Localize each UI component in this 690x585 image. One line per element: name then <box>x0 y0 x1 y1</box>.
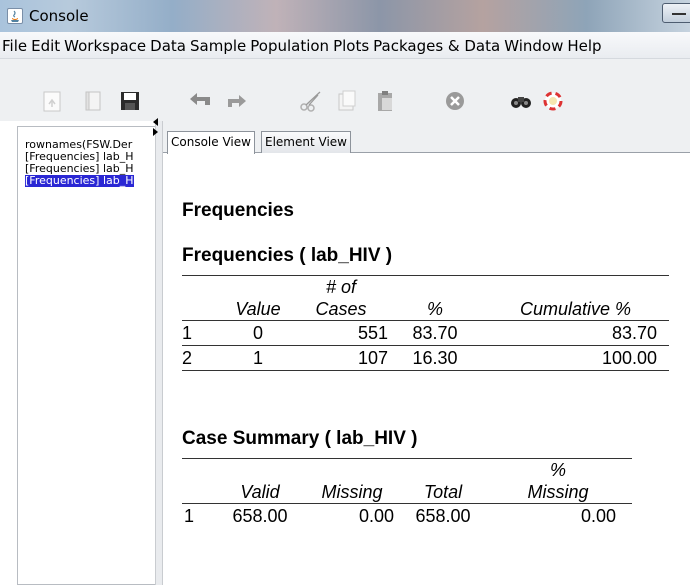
menu-edit[interactable]: Edit <box>29 37 62 55</box>
history-item[interactable]: [Frequencies] lab_H <box>18 163 155 175</box>
cell-cases: 551 <box>357 323 388 343</box>
case-summary-table: % Valid Missing Total Missing 1 658.00 0… <box>182 458 632 528</box>
help-icon[interactable] <box>538 87 568 115</box>
history-item[interactable]: [Frequencies] lab_H <box>18 151 155 163</box>
title-bar[interactable]: Console <box>0 0 690 32</box>
table-row: 2 1 107 16.30 100.00 <box>182 346 669 371</box>
stop-icon[interactable] <box>440 87 470 115</box>
find-icon[interactable] <box>506 87 536 115</box>
notebook-icon[interactable] <box>78 87 108 115</box>
menu-window[interactable]: Window <box>502 37 565 55</box>
menu-plots[interactable]: Plots <box>331 37 371 55</box>
col-header-cumulative: Cumulative % <box>519 299 632 319</box>
cell-value: 1 <box>252 348 263 368</box>
history-item[interactable]: rownames(FSW.Der <box>18 139 155 151</box>
cell-cumulative: 100.00 <box>601 348 657 368</box>
toolbar <box>0 59 690 121</box>
menu-sample[interactable]: Sample <box>188 37 248 55</box>
table-row: 1 658.00 0.00 658.00 0.00 <box>182 504 632 529</box>
save-icon[interactable] <box>115 87 145 115</box>
cell-cumulative: 83.70 <box>611 323 657 343</box>
menu-data[interactable]: Data <box>148 37 188 55</box>
col-header-value: Value <box>235 299 281 319</box>
menu-packages-data[interactable]: Packages & Data <box>371 37 502 55</box>
cell-cases: 107 <box>357 348 388 368</box>
cell-pct-missing: 0.00 <box>580 506 616 526</box>
minimize-button[interactable] <box>662 3 690 23</box>
tab-element-view[interactable]: Element View <box>261 131 351 153</box>
tab-console-view[interactable]: Console View <box>167 131 255 154</box>
col-header-pct-missing-top: % <box>549 460 566 480</box>
cell-total: 658.00 <box>415 506 471 526</box>
history-pane: rownames(FSW.Der [Frequencies] lab_H [Fr… <box>17 126 155 585</box>
open-report-icon[interactable] <box>37 87 67 115</box>
case-summary-table-title: Case Summary ( lab_HIV ) <box>182 428 418 449</box>
col-header-total: Total <box>423 482 463 502</box>
paste-icon[interactable] <box>370 87 400 115</box>
view-tabs: Console View Element View <box>163 121 690 154</box>
redo-icon[interactable] <box>219 87 253 115</box>
menu-help[interactable]: Help <box>565 37 603 55</box>
history-item-selected[interactable]: [Frequencies] lab_H <box>18 175 155 187</box>
frequencies-table-title: Frequencies ( lab_HIV ) <box>182 245 393 266</box>
col-header-pct-missing: Missing <box>527 482 589 502</box>
cell-missing: 0.00 <box>358 506 394 526</box>
split-pane-divider[interactable] <box>155 121 163 585</box>
cell-valid: 658.00 <box>232 506 288 526</box>
undo-icon[interactable] <box>183 87 217 115</box>
menu-workspace[interactable]: Workspace <box>62 37 148 55</box>
col-header-missing: Missing <box>321 482 383 502</box>
menu-file[interactable]: File <box>0 37 29 55</box>
col-header-valid: Valid <box>240 482 280 502</box>
cell-percent: 16.30 <box>412 348 458 368</box>
col-header-percent: % <box>426 299 443 319</box>
copy-icon[interactable] <box>332 87 362 115</box>
collapse-left-arrow-icon[interactable] <box>153 118 158 126</box>
row-number: 1 <box>182 323 193 343</box>
menu-bar: File Edit Workspace Data Sample Populati… <box>0 32 690 59</box>
window-title: Console <box>29 7 89 25</box>
cut-icon[interactable] <box>295 87 327 115</box>
row-number: 1 <box>184 506 195 526</box>
menu-population[interactable]: Population <box>248 37 331 55</box>
frequencies-table: # of Value Cases % Cumulative % 1 0 551 … <box>182 275 669 371</box>
cell-percent: 83.70 <box>412 323 458 343</box>
output-heading: Frequencies <box>182 200 294 221</box>
cell-value: 0 <box>252 323 263 343</box>
output-pane: Console View Element View Frequencies Fr… <box>163 121 690 585</box>
java-app-icon <box>7 8 23 24</box>
col-header-cases-top: # of <box>325 277 357 297</box>
expand-right-arrow-icon[interactable] <box>153 128 158 136</box>
row-number: 2 <box>182 348 193 368</box>
col-header-cases: Cases <box>315 299 367 319</box>
console-output: Frequencies Frequencies ( lab_HIV ) # of… <box>163 154 690 585</box>
table-row: 1 0 551 83.70 83.70 <box>182 321 669 346</box>
